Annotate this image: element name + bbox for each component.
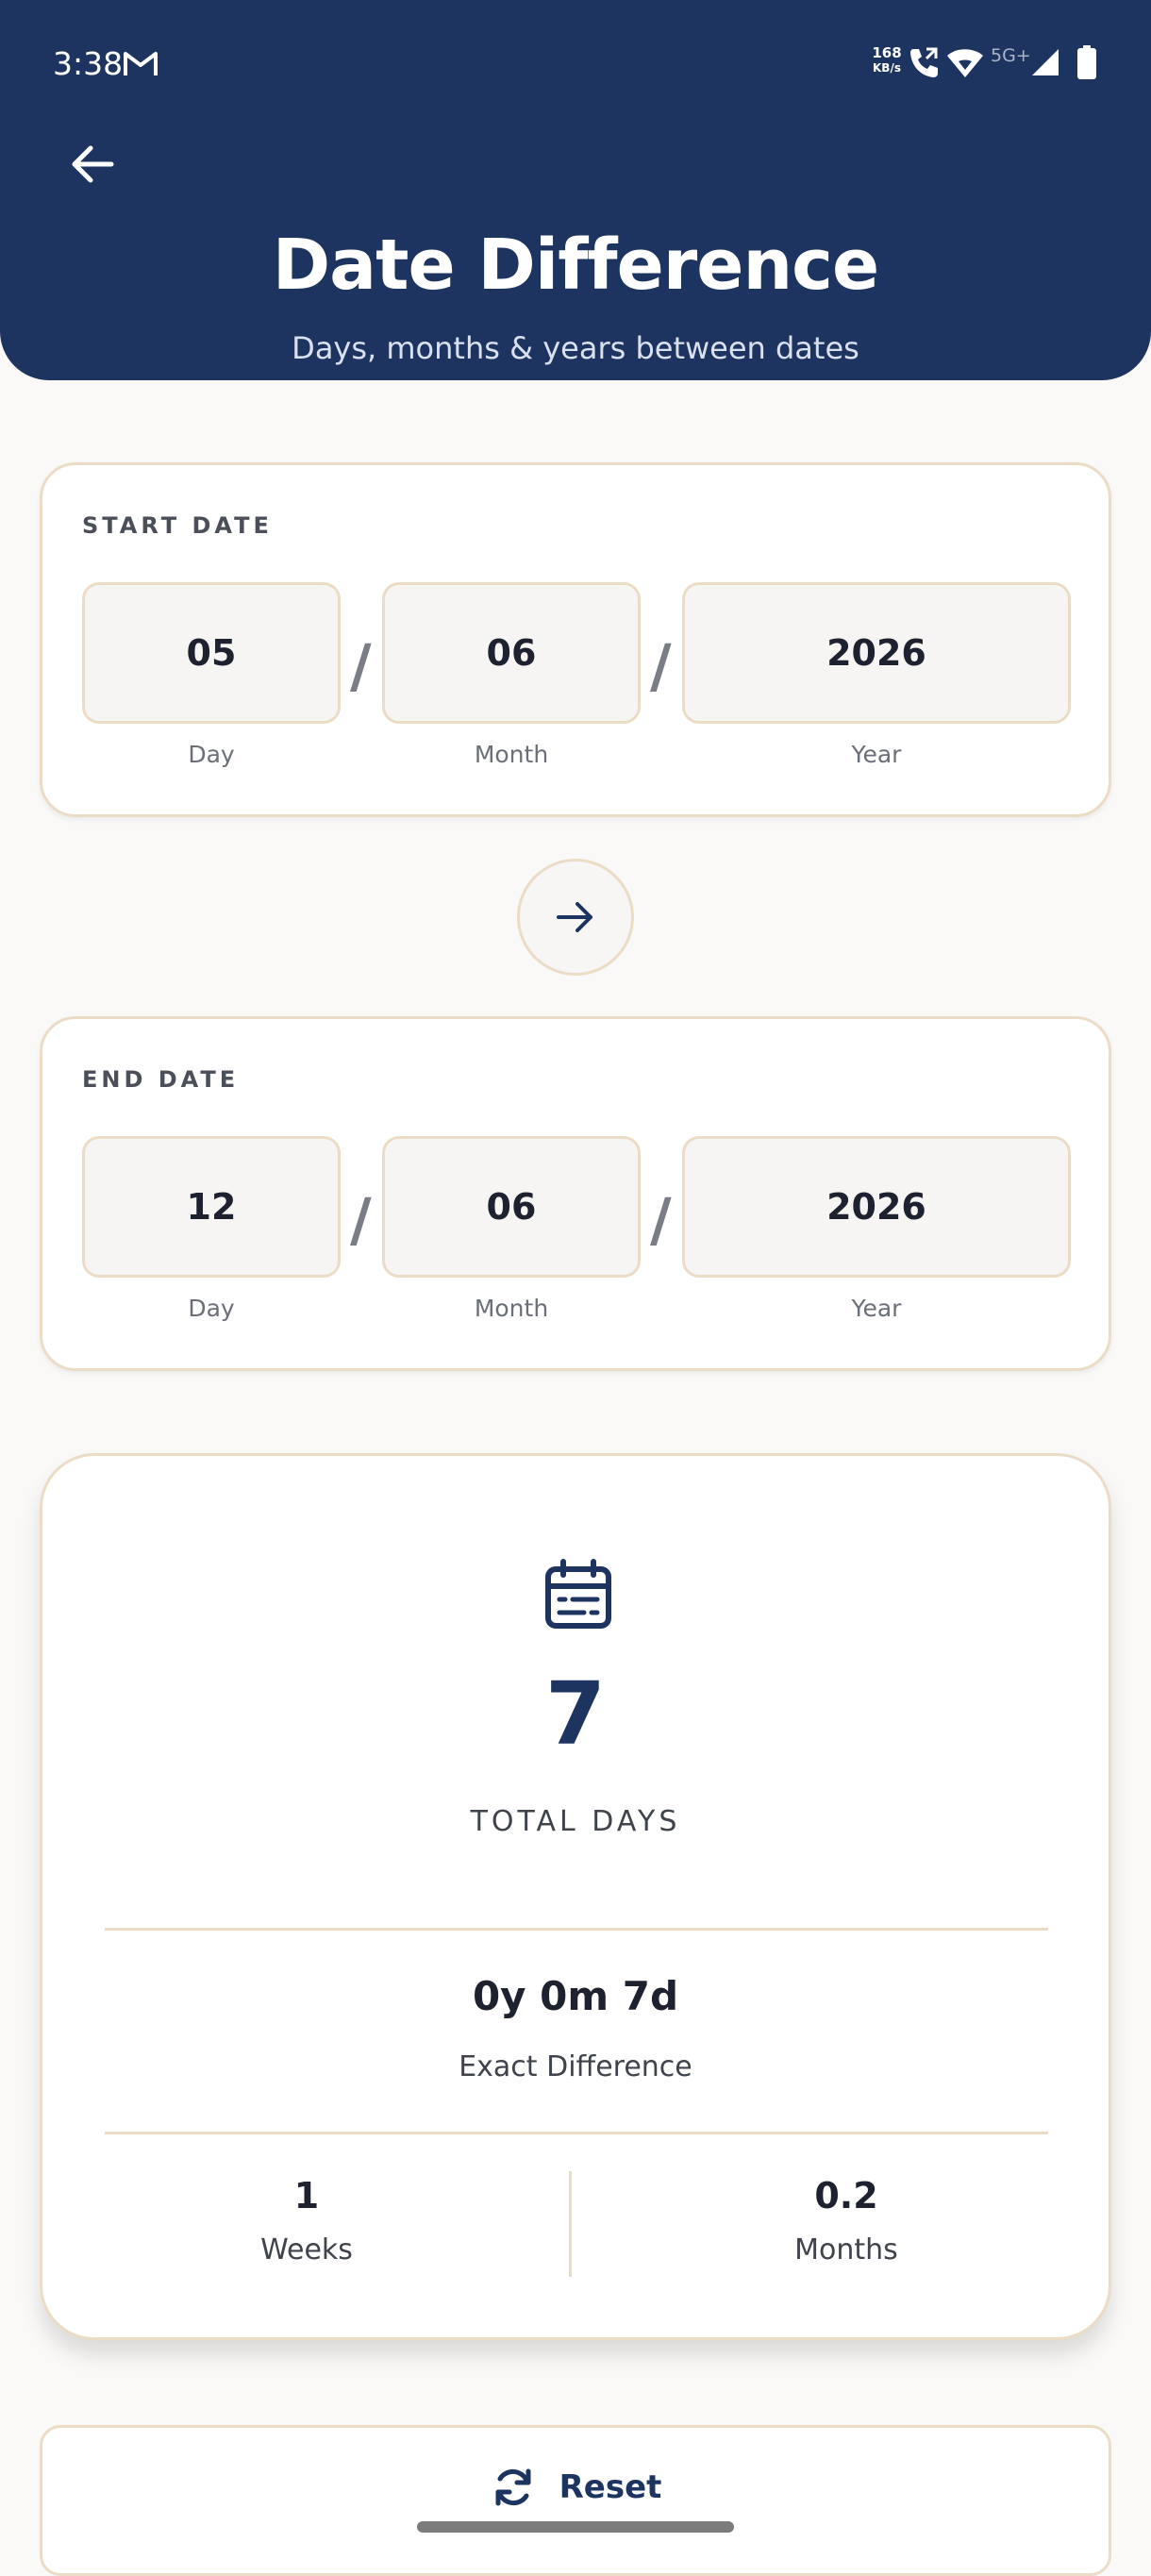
end-month-label: Month <box>474 1295 549 1322</box>
weeks-stat: 1 Weeks <box>42 2175 571 2267</box>
refresh-icon <box>495 2468 531 2506</box>
net-speed-indicator: 168 KB/s <box>868 45 906 75</box>
wifi-icon <box>947 49 983 77</box>
end-month-input[interactable]: 06 <box>382 1136 641 1278</box>
months-stat: 0.2 Months <box>582 2175 1110 2267</box>
start-date-card: START DATE 05 / 06 / 2026 Day Month Year <box>40 462 1111 817</box>
arrow-right-icon <box>557 902 592 932</box>
gmail-icon <box>124 52 158 75</box>
end-day-input[interactable]: 12 <box>82 1136 341 1278</box>
result-card: 7 TOTAL DAYS 0y 0m 7d Exact Difference 1… <box>40 1453 1111 2340</box>
total-days-label: TOTAL DAYS <box>470 1805 681 1838</box>
start-year-label: Year <box>851 741 902 768</box>
calendar-icon <box>545 1559 611 1629</box>
call-icon <box>910 47 938 77</box>
arrow-divider <box>517 859 634 976</box>
stat-divider <box>569 2171 572 2277</box>
exact-difference-value: 0y 0m 7d <box>472 1973 679 2019</box>
months-label: Months <box>794 2233 898 2267</box>
status-bar: 3:38 168 KB/s 5G+ <box>0 0 1151 123</box>
end-day-label: Day <box>188 1295 235 1322</box>
start-year-input[interactable]: 2026 <box>682 582 1071 724</box>
start-month-input[interactable]: 06 <box>382 582 641 724</box>
end-date-label: END DATE <box>82 1066 240 1093</box>
start-day-label: Day <box>188 741 235 768</box>
date-separator: / <box>650 631 672 700</box>
start-day-input[interactable]: 05 <box>82 582 341 724</box>
back-button[interactable] <box>58 130 126 198</box>
start-date-label: START DATE <box>82 512 273 539</box>
date-separator: / <box>350 1185 372 1254</box>
reset-button[interactable]: Reset <box>40 2425 1111 2576</box>
date-separator: / <box>650 1185 672 1254</box>
end-date-card: END DATE 12 / 06 / 2026 Day Month Year <box>40 1016 1111 1371</box>
home-indicator[interactable] <box>417 2521 734 2533</box>
status-time: 3:38 <box>53 45 124 82</box>
exact-difference-label: Exact Difference <box>459 2050 692 2083</box>
start-month-label: Month <box>474 741 549 768</box>
back-arrow-icon <box>72 145 114 183</box>
reset-button-content: Reset <box>42 2464 1109 2511</box>
weeks-value: 1 <box>293 2175 320 2216</box>
network-type: 5G+ <box>991 45 1031 66</box>
page-subtitle: Days, months & years between dates <box>292 330 859 366</box>
total-days-value: 7 <box>544 1664 606 1765</box>
net-speed-unit: KB/s <box>873 61 901 75</box>
page-title: Date Difference <box>272 225 879 306</box>
net-speed-value: 168 <box>872 44 902 61</box>
months-value: 0.2 <box>814 2175 878 2216</box>
reset-label: Reset <box>559 2468 662 2506</box>
divider <box>105 1928 1048 1931</box>
divider <box>105 2132 1048 2134</box>
weeks-label: Weeks <box>260 2233 353 2267</box>
battery-icon <box>1077 45 1096 79</box>
signal-icon <box>1032 49 1059 75</box>
end-year-input[interactable]: 2026 <box>682 1136 1071 1278</box>
date-separator: / <box>350 631 372 700</box>
app-header: 3:38 168 KB/s 5G+ Date Difference Days, … <box>0 0 1151 380</box>
end-year-label: Year <box>851 1295 902 1322</box>
